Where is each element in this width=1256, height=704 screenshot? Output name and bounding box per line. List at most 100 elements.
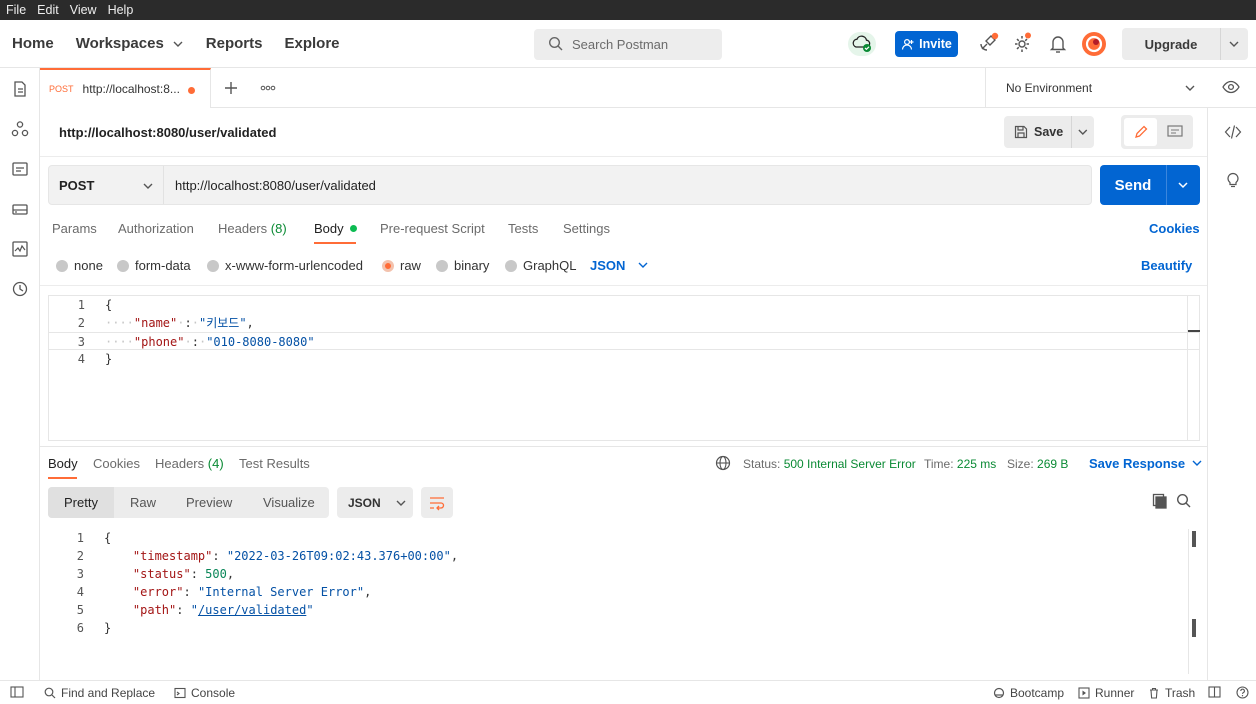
code-icon[interactable]: [1224, 124, 1242, 140]
radio-binary[interactable]: binary: [436, 258, 489, 273]
code-text: "path": "/user/validated": [132, 603, 314, 617]
body-format-select[interactable]: JSON: [590, 258, 649, 273]
monitors-icon[interactable]: [11, 240, 29, 258]
search-input[interactable]: Search Postman: [534, 29, 722, 60]
size-value: 269 B: [1037, 457, 1069, 471]
beautify-link[interactable]: Beautify: [1141, 258, 1192, 273]
method-select[interactable]: POST: [49, 166, 164, 204]
globe-icon[interactable]: [715, 455, 731, 471]
radio-urlencoded[interactable]: x-www-form-urlencoded: [207, 258, 363, 273]
menu-edit[interactable]: Edit: [37, 3, 59, 17]
code-line: 2 "timestamp": "2022-03-26T09:02:43.376+…: [48, 547, 1200, 565]
copy-icon[interactable]: [1152, 493, 1168, 509]
scrollbar[interactable]: [1187, 296, 1200, 440]
nav-workspaces[interactable]: Workspaces: [76, 35, 184, 52]
bootcamp-button[interactable]: Bootcamp: [993, 686, 1064, 700]
response-tab-headers[interactable]: Headers (4): [155, 456, 224, 471]
wrap-lines-button[interactable]: [421, 487, 453, 518]
json-key: "phone": [133, 335, 185, 349]
trash-button[interactable]: Trash: [1148, 686, 1195, 700]
avatar[interactable]: [1082, 32, 1106, 56]
radio-form-data[interactable]: form-data: [117, 258, 191, 273]
tab-body[interactable]: Body: [314, 221, 357, 236]
response-body-viewer[interactable]: 1{ 2 "timestamp": "2022-03-26T09:02:43.3…: [48, 529, 1200, 674]
eye-icon[interactable]: [1222, 80, 1240, 94]
more-icon[interactable]: [260, 85, 276, 91]
tab-headers[interactable]: Headers (8): [218, 221, 287, 236]
response-tab-test-results[interactable]: Test Results: [239, 456, 310, 471]
menubar: File Edit View Help: [0, 0, 1256, 20]
response-time[interactable]: Time: 225 ms: [924, 457, 996, 471]
find-replace-button[interactable]: Find and Replace: [44, 686, 155, 700]
gear-icon[interactable]: [1013, 32, 1033, 54]
chevron-down-icon[interactable]: [1167, 179, 1200, 191]
cloud-sync-icon[interactable]: [848, 32, 876, 56]
environment-selector[interactable]: No Environment: [985, 68, 1256, 108]
response-tab-body[interactable]: Body: [48, 456, 78, 471]
lightbulb-icon[interactable]: [1224, 170, 1242, 188]
search-icon: [44, 687, 56, 699]
tab-authorization[interactable]: Authorization: [118, 221, 194, 236]
method-label: POST: [59, 177, 95, 193]
response-status[interactable]: Status: 500 Internal Server Error: [743, 457, 916, 471]
url-input[interactable]: http://localhost:8080/user/validated: [175, 178, 376, 193]
mock-servers-icon[interactable]: [11, 200, 29, 218]
view-preview[interactable]: Preview: [186, 495, 232, 510]
comment-icon[interactable]: [1167, 125, 1183, 139]
environments-icon[interactable]: [11, 160, 29, 178]
status-label: Status:: [743, 457, 781, 471]
tab-prerequest-script[interactable]: Pre-request Script: [380, 221, 485, 236]
two-pane-button[interactable]: [1208, 686, 1226, 698]
invite-button[interactable]: Invite: [895, 31, 958, 57]
plus-icon[interactable]: [224, 81, 238, 95]
chevron-down-icon[interactable]: [1072, 126, 1094, 138]
cookies-link[interactable]: Cookies: [1149, 221, 1200, 236]
json-link[interactable]: /user/validated: [198, 603, 306, 617]
request-tab[interactable]: POST http://localhost:8...: [40, 68, 211, 108]
save-response-button[interactable]: Save Response: [1089, 456, 1203, 471]
sidebar-icon: [10, 686, 24, 698]
history-icon[interactable]: [11, 280, 29, 298]
edit-mode-button[interactable]: [1124, 118, 1157, 146]
menu-help[interactable]: Help: [108, 3, 134, 17]
toggle-sidebar-button[interactable]: [10, 686, 29, 698]
response-tab-cookies[interactable]: Cookies: [93, 456, 140, 471]
radio-raw[interactable]: raw: [382, 258, 421, 273]
chevron-down-icon[interactable]: [1221, 38, 1247, 50]
response-size[interactable]: Size: 269 B: [1007, 457, 1068, 471]
view-mode-toggle: [1121, 115, 1193, 149]
tab-settings[interactable]: Settings: [563, 221, 610, 236]
upgrade-button[interactable]: Upgrade: [1122, 28, 1248, 60]
search-icon[interactable]: [1176, 493, 1192, 509]
nav-reports[interactable]: Reports: [206, 35, 263, 52]
line-number: 4: [77, 352, 85, 366]
radio-none[interactable]: none: [56, 258, 103, 273]
view-pretty[interactable]: Pretty: [64, 495, 98, 510]
request-body-editor[interactable]: 1{ 2 ····"name"·:·"키보드", 3 ····"phone"·:·"…: [48, 295, 1200, 441]
radio-graphql[interactable]: GraphQL: [505, 258, 576, 273]
json-key: "path": [132, 603, 177, 617]
nav-explore[interactable]: Explore: [284, 35, 339, 52]
console-button[interactable]: Console: [174, 686, 235, 700]
menu-file[interactable]: File: [6, 3, 26, 17]
tab-params[interactable]: Params: [52, 221, 97, 236]
radio-circle: [436, 259, 448, 272]
bell-icon[interactable]: [1049, 34, 1067, 54]
menu-view[interactable]: View: [70, 3, 97, 17]
help-button[interactable]: [1236, 686, 1254, 699]
tab-tests[interactable]: Tests: [508, 221, 538, 236]
runner-button[interactable]: Runner: [1078, 686, 1134, 700]
collections-icon[interactable]: [11, 80, 29, 98]
nav-home[interactable]: Home: [12, 35, 54, 52]
apis-icon[interactable]: [11, 120, 29, 138]
request-title[interactable]: http://localhost:8080/user/validated: [59, 125, 276, 140]
chevron-down-icon: [1192, 460, 1202, 466]
divider: [40, 446, 1207, 447]
view-visualize[interactable]: Visualize: [263, 495, 315, 510]
satellite-icon[interactable]: [977, 32, 999, 54]
scrollbar[interactable]: [1188, 529, 1200, 674]
response-format-select[interactable]: JSON: [337, 487, 413, 518]
send-button[interactable]: Send: [1100, 165, 1200, 205]
save-button[interactable]: Save: [1004, 116, 1094, 148]
view-raw[interactable]: Raw: [130, 495, 156, 510]
